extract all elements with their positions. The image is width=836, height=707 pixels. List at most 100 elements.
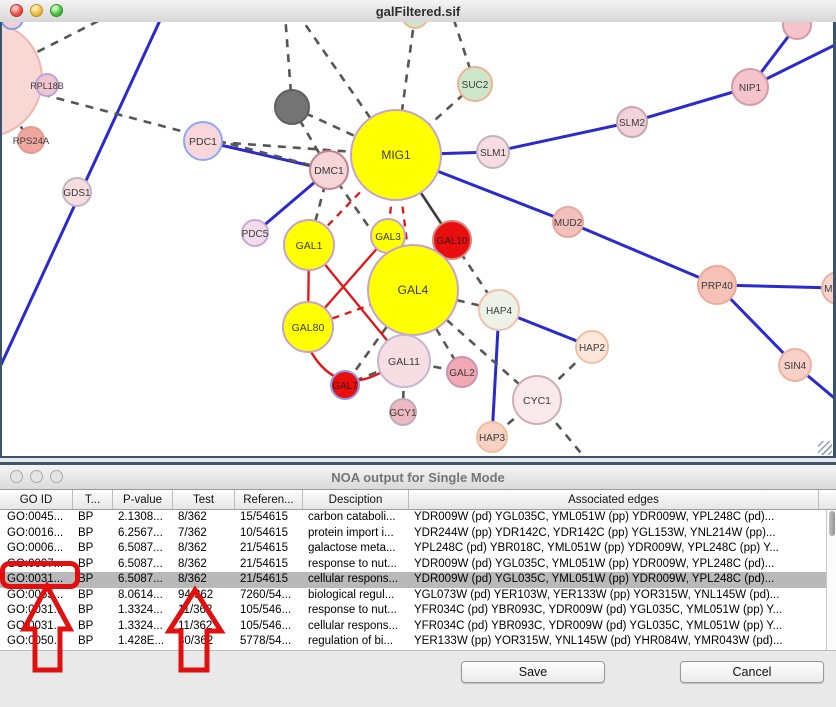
node-SUC2[interactable]: [458, 67, 492, 101]
cell-p-value: 1.3324...: [113, 619, 173, 635]
window-border-bottom: [0, 456, 836, 458]
network-window-title: galFiltered.sif: [376, 4, 461, 19]
cell-p-value: 6.5087...: [113, 572, 173, 588]
node-GAL1[interactable]: [284, 220, 334, 270]
column-header-description[interactable]: Desciption: [303, 490, 409, 509]
cell-p-value: 1.428E...: [113, 634, 173, 650]
cell-associated-edges: YER133W (pp) YOR315W, YNL145W (pd) YHR08…: [409, 634, 819, 650]
cell-associated-edges: YPL248C (pd) YBR018C, YML051W (pp) YDR00…: [409, 541, 819, 557]
node-SIN4[interactable]: [779, 349, 811, 381]
node-RPS24A[interactable]: [18, 127, 44, 153]
cell-go-id: GO:0006...: [0, 541, 73, 557]
cell-type: BP: [73, 510, 113, 526]
cell-description: cellular respons...: [303, 619, 409, 635]
traffic-lights: [10, 4, 63, 17]
column-header-p-value[interactable]: P-value: [113, 490, 173, 509]
cell-reference: 21/54615: [235, 572, 303, 588]
cell-go-id: GO:0045...: [0, 510, 73, 526]
cell-type: BP: [73, 572, 113, 588]
minimize-button[interactable]: [30, 4, 43, 17]
table-row[interactable]: GO:0065...BP8.0614...94/3627260/54...bio…: [0, 588, 836, 604]
cell-p-value: 1.3324...: [113, 603, 173, 619]
table-row[interactable]: GO:0050...BP1.428E...80/3625778/54...reg…: [0, 634, 836, 650]
close-button[interactable]: [10, 470, 23, 483]
node-DMC1[interactable]: [310, 151, 348, 189]
node-MUD2[interactable]: [553, 207, 583, 237]
cell-description: biological regul...: [303, 588, 409, 604]
table-row[interactable]: GO:0007...BP6.5087...8/36221/54615respon…: [0, 557, 836, 573]
cell-test: 8/362: [173, 541, 235, 557]
cell-go-id: GO:0031...: [0, 572, 73, 588]
node-NIP1[interactable]: [732, 69, 768, 105]
cell-test: 11/362: [173, 619, 235, 635]
edge-MUD2-PRP40[interactable]: [568, 222, 717, 285]
column-header-reference[interactable]: Referen...: [235, 490, 303, 509]
cell-associated-edges: YDR009W (pd) YGL035C, YML051W (pp) YDR00…: [409, 510, 819, 526]
node-GCY1[interactable]: [390, 399, 416, 425]
cell-reference: 105/546...: [235, 603, 303, 619]
cell-associated-edges: YDR009W (pd) YGL035C, YML051W (pp) YDR00…: [409, 572, 819, 588]
node-GAL11[interactable]: [378, 335, 430, 387]
cell-description: cellular respons...: [303, 572, 409, 588]
table-row[interactable]: GO:0045...BP2.1308...8/36215/54615carbon…: [0, 510, 836, 526]
cell-test: 94/362: [173, 588, 235, 604]
resize-grip-icon[interactable]: [818, 441, 832, 455]
node-SLM1[interactable]: [477, 136, 509, 168]
column-header-type[interactable]: T...: [73, 490, 113, 509]
node-CYC1[interactable]: [513, 376, 561, 424]
zoom-button[interactable]: [50, 470, 63, 483]
scrollbar-thumb[interactable]: [829, 511, 835, 536]
column-header-go-id[interactable]: GO ID: [0, 490, 73, 509]
save-button[interactable]: Save: [461, 661, 605, 683]
table-row[interactable]: GO:0016...BP6.2567...7/36210/54615protei…: [0, 526, 836, 542]
noa-window-title: NOA output for Single Mode: [331, 470, 505, 485]
node-PDC1[interactable]: [184, 122, 222, 160]
table-scrollbar[interactable]: [826, 510, 836, 650]
table-row[interactable]: GO:0031...BP1.3324...11/362105/546...res…: [0, 603, 836, 619]
node-TOPGREEN[interactable]: [402, 22, 428, 28]
cell-description: galactose meta...: [303, 541, 409, 557]
node-SLM2[interactable]: [617, 107, 647, 137]
node-PRP40[interactable]: [698, 266, 736, 304]
network-graph[interactable]: RPL18BRPS24AGDS1PDC1DMC1MIG1SUC2SLM1SLM2…: [0, 22, 836, 456]
node-BIGPINK[interactable]: [0, 22, 42, 137]
table-row[interactable]: GO:0031...BP6.5087...8/36221/54615cellul…: [0, 572, 836, 588]
cell-reference: 7260/54...: [235, 588, 303, 604]
cancel-button[interactable]: Cancel: [680, 661, 824, 683]
node-HAP4[interactable]: [479, 290, 519, 330]
node-GDS1[interactable]: [63, 178, 91, 206]
network-window-titlebar[interactable]: galFiltered.sif: [0, 0, 836, 23]
window-border-left: [0, 22, 2, 458]
table-header: GO IDT...P-valueTestReferen...Desciption…: [0, 490, 836, 510]
close-button[interactable]: [10, 4, 23, 17]
node-GAL7[interactable]: [331, 371, 359, 399]
node-PDC5[interactable]: [242, 220, 268, 246]
node-HAP2[interactable]: [576, 331, 608, 363]
node-GAL4[interactable]: [368, 245, 458, 335]
table-row[interactable]: GO:0006...BP6.5087...8/36221/54615galact…: [0, 541, 836, 557]
column-header-test[interactable]: Test: [173, 490, 235, 509]
cell-type: BP: [73, 603, 113, 619]
table-body: GO:0045...BP2.1308...8/36215/54615carbon…: [0, 510, 836, 650]
edge-SLM1-SLM2[interactable]: [493, 122, 632, 152]
cell-reference: 105/546...: [235, 619, 303, 635]
zoom-button[interactable]: [50, 4, 63, 17]
node-HAP3[interactable]: [477, 422, 507, 452]
node-GRAY1[interactable]: [275, 90, 309, 124]
minimize-button[interactable]: [30, 470, 43, 483]
node-GAL80[interactable]: [283, 302, 333, 352]
cell-associated-edges: YDR244W (pp) YDR142C, YDR142C (pp) YGL15…: [409, 526, 819, 542]
cell-test: 8/362: [173, 557, 235, 573]
column-header-associated-edges[interactable]: Associated edges: [409, 490, 819, 509]
traffic-lights-inactive: [10, 470, 63, 483]
cell-p-value: 8.0614...: [113, 588, 173, 604]
network-canvas[interactable]: RPL18BRPS24AGDS1PDC1DMC1MIG1SUC2SLM1SLM2…: [0, 22, 836, 456]
cell-reference: 15/54615: [235, 510, 303, 526]
noa-window-titlebar[interactable]: NOA output for Single Mode: [0, 465, 836, 490]
cell-test: 8/362: [173, 572, 235, 588]
table-row[interactable]: GO:0031...BP1.3324...11/362105/546...cel…: [0, 619, 836, 635]
node-MIG1[interactable]: [351, 110, 441, 200]
node-RPL18B[interactable]: [36, 74, 58, 96]
node-GAL2[interactable]: [447, 357, 477, 387]
cell-test: 80/362: [173, 634, 235, 650]
